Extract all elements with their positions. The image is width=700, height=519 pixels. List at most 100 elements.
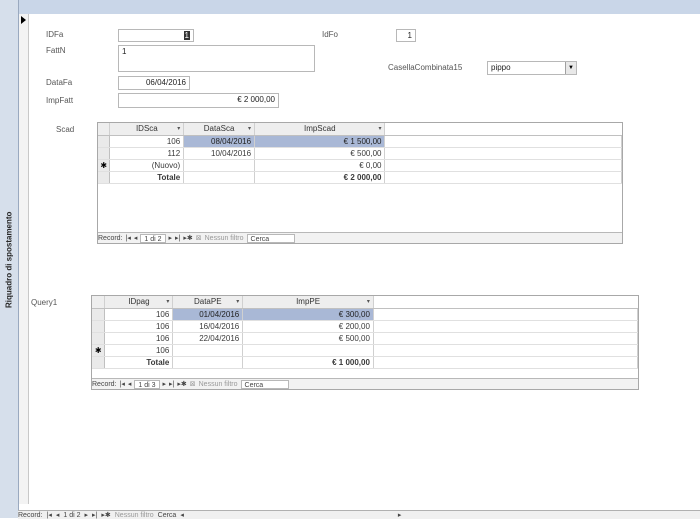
navigation-pane-label[interactable]: Riquadro di spostamento (0, 200, 18, 320)
filter-icon[interactable]: ⊠ (196, 234, 202, 242)
query1-header-blank (373, 296, 638, 309)
table-row[interactable]: 106 22/04/2016 € 500,00 (92, 332, 638, 345)
scad-datasheet: IDSca ▾ DataSca ▾ ImpScad ▾ 106 08/04/2016 … (98, 123, 622, 184)
chevron-down-icon[interactable]: ▼ (565, 62, 576, 74)
scad-header-idsca[interactable]: IDSca ▾ (109, 123, 185, 136)
table-row[interactable]: 106 01/04/2016 € 300,00 (92, 308, 638, 321)
totals-row: Totale € 2 000,00 (98, 171, 622, 184)
new-record-icon: ✱ (98, 159, 111, 172)
table-row[interactable]: 106 16/04/2016 € 200,00 (92, 320, 638, 333)
chevron-down-icon[interactable]: ▾ (177, 125, 180, 132)
table-cell[interactable]: € 0,00 (254, 159, 386, 172)
record-label: Record: (98, 234, 123, 242)
new-record-nav-icon[interactable]: ▸✱ (183, 234, 192, 242)
table-cell[interactable]: 106 (109, 135, 185, 148)
new-record-nav-icon[interactable]: ▸✱ (177, 380, 186, 388)
table-cell[interactable]: 22/04/2016 (172, 332, 244, 345)
totals-label: Totale (104, 356, 174, 369)
table-cell[interactable]: € 1 500,00 (254, 135, 386, 148)
scad-header-datasca[interactable]: DataSca ▾ (183, 123, 256, 136)
table-cell[interactable]: 106 (104, 320, 174, 333)
row-selector[interactable] (98, 135, 111, 148)
table-row[interactable]: 112 10/04/2016 € 500,00 (98, 147, 622, 160)
record-position-input[interactable]: 1 di 2 (140, 233, 166, 243)
filter-status-button[interactable]: Nessun filtro (115, 512, 154, 519)
row-selector[interactable] (92, 332, 106, 345)
table-cell[interactable]: € 500,00 (254, 147, 386, 160)
totals-value[interactable]: € 1 000,00 (242, 356, 374, 369)
query1-header-datape[interactable]: DataPE ▾ (172, 296, 244, 309)
table-row[interactable]: 106 08/04/2016 € 1 500,00 (98, 135, 622, 148)
datafa-field[interactable]: 06/04/2016 (118, 76, 190, 90)
chevron-down-icon[interactable]: ▾ (248, 125, 251, 132)
filter-status-button[interactable]: Nessun filtro (205, 235, 244, 242)
last-record-icon[interactable]: ▸| (169, 380, 174, 388)
form-record-selector[interactable] (19, 14, 29, 504)
query1-subform[interactable]: IDpag ▾ DataPE ▾ ImpPE ▾ 106 01/04/2016 € 3… (91, 295, 639, 390)
table-cell[interactable]: 08/04/2016 (183, 135, 256, 148)
chevron-down-icon[interactable]: ▾ (367, 298, 370, 305)
record-position-input[interactable]: 1 di 3 (134, 379, 160, 389)
totals-value[interactable]: € 2 000,00 (254, 171, 386, 184)
table-cell[interactable]: 106 (104, 332, 174, 345)
impfatt-label: ImpFatt (46, 96, 74, 105)
scad-subform[interactable]: IDSca ▾ DataSca ▾ ImpScad ▾ 106 08/04/2016 … (97, 122, 623, 244)
chevron-down-icon[interactable]: ▾ (166, 298, 169, 305)
chevron-down-icon[interactable]: ▾ (236, 298, 239, 305)
new-record-row[interactable]: ✱ (Nuovo) € 0,00 (98, 159, 622, 172)
query1-subform-label: Query1 (31, 298, 58, 307)
search-input[interactable]: Cerca (240, 379, 289, 389)
query1-datasheet: IDpag ▾ DataPE ▾ ImpPE ▾ 106 01/04/2016 € 3… (92, 296, 638, 369)
new-record-row[interactable]: ✱ 106 (92, 344, 638, 357)
row-selector[interactable] (98, 147, 111, 160)
record-label: Record: (92, 380, 117, 388)
table-cell[interactable]: € 500,00 (242, 332, 374, 345)
idfa-value: 1 (183, 31, 190, 40)
filter-status-button[interactable]: Nessun filtro (199, 381, 238, 388)
idfo-field[interactable]: 1 (396, 29, 416, 42)
table-cell[interactable]: 106 (104, 344, 174, 357)
row-selector[interactable] (92, 308, 106, 321)
table-cell[interactable] (172, 344, 244, 357)
table-cell[interactable] (242, 344, 374, 357)
table-cell[interactable]: 01/04/2016 (172, 308, 244, 321)
table-cell[interactable]: 106 (104, 308, 174, 321)
casella-combinata-label: CasellaCombinata15 (388, 63, 463, 72)
filter-icon[interactable]: ⊠ (190, 380, 196, 388)
last-record-icon[interactable]: ▸| (175, 234, 180, 242)
casella-combinata-value: pippo (491, 63, 511, 72)
record-label: Record: (18, 511, 43, 519)
record-position-input[interactable]: 1 di 2 (63, 512, 80, 519)
query1-header-idpag[interactable]: IDpag ▾ (104, 296, 174, 309)
casella-combinata-combo[interactable]: pippo ▼ (487, 61, 577, 75)
next-record-icon[interactable]: ▸ (169, 234, 173, 242)
table-cell[interactable] (183, 159, 256, 172)
row-selector[interactable] (92, 320, 106, 333)
totals-row: Totale € 1 000,00 (92, 356, 638, 369)
query1-header-imppe[interactable]: ImpPE ▾ (242, 296, 374, 309)
table-cell[interactable]: € 300,00 (242, 308, 374, 321)
table-cell[interactable]: 10/04/2016 (183, 147, 256, 160)
scad-header-impscad[interactable]: ImpScad ▾ (254, 123, 386, 136)
first-record-icon[interactable]: |◂ (126, 234, 131, 242)
idfo-label: IdFo (322, 30, 339, 39)
search-input[interactable]: Cerca (158, 512, 177, 519)
table-cell[interactable]: 16/04/2016 (172, 320, 244, 333)
scad-select-all[interactable] (98, 123, 111, 136)
chevron-down-icon[interactable]: ▾ (378, 125, 381, 132)
table-cell[interactable]: 112 (109, 147, 185, 160)
title-bar (0, 0, 700, 14)
table-cell[interactable]: (Nuovo) (109, 159, 185, 172)
previous-record-icon[interactable]: ◂ (128, 380, 132, 388)
query1-select-all[interactable] (92, 296, 106, 309)
current-record-arrow-icon (21, 16, 26, 24)
fattn-field[interactable]: 1 (118, 45, 315, 72)
impfatt-field[interactable]: € 2 000,00 (118, 93, 279, 108)
next-record-icon[interactable]: ▸ (163, 380, 167, 388)
previous-record-icon[interactable]: ◂ (134, 234, 138, 242)
first-record-icon[interactable]: |◂ (120, 380, 125, 388)
search-input[interactable]: Cerca (246, 233, 295, 243)
scad-record-navigator: Record: |◂ ◂ 1 di 2 ▸ ▸| ▸✱ ⊠ Nessun fil… (98, 232, 622, 243)
table-cell[interactable]: € 200,00 (242, 320, 374, 333)
idfa-field[interactable]: 1 (118, 29, 194, 42)
